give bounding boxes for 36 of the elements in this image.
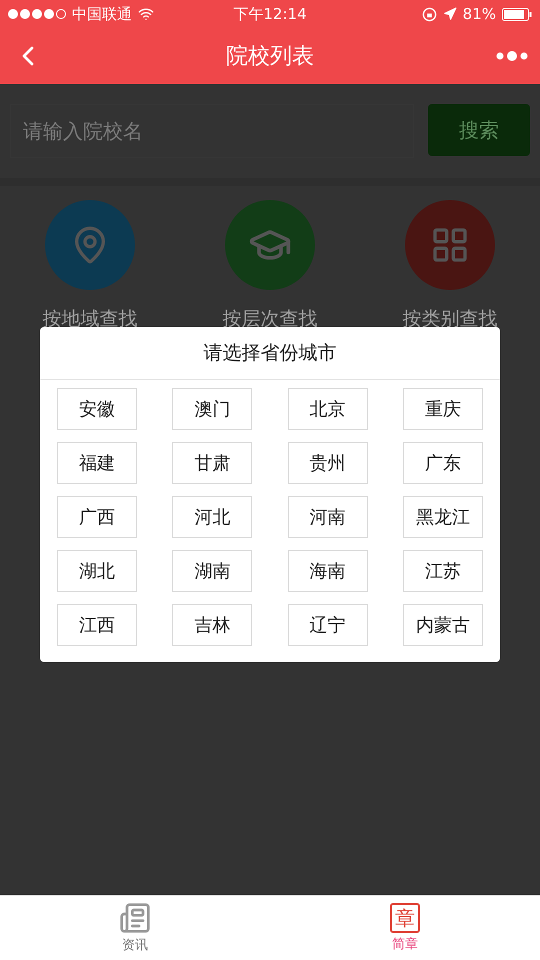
province-option[interactable]: 河南 <box>288 496 368 538</box>
province-option[interactable]: 福建 <box>57 442 137 484</box>
province-option[interactable]: 海南 <box>288 550 368 592</box>
page-title: 院校列表 <box>225 43 315 71</box>
dialog-title: 请选择省份城市 <box>40 327 500 380</box>
province-option[interactable]: 澳门 <box>172 388 252 430</box>
province-option[interactable]: 湖北 <box>57 550 137 592</box>
search-button[interactable]: 搜索 <box>428 104 530 156</box>
province-option[interactable]: 河北 <box>172 496 252 538</box>
province-option[interactable]: 广东 <box>402 442 483 484</box>
battery-icon <box>502 8 532 20</box>
tab-item[interactable]: 章 简章 <box>270 896 540 960</box>
location-arrow-icon <box>442 7 457 21</box>
carrier-name: 中国联通 <box>72 4 132 24</box>
signal-icon <box>8 9 66 19</box>
province-option[interactable]: 吉林 <box>172 604 252 646</box>
province-option[interactable]: 广西 <box>57 496 137 538</box>
province-option[interactable]: 北京 <box>288 388 368 430</box>
province-option[interactable]: 重庆 <box>402 388 483 430</box>
province-option[interactable]: 辽宁 <box>288 604 368 646</box>
province-option[interactable]: 贵州 <box>288 442 368 484</box>
wifi-icon <box>138 6 154 22</box>
province-option[interactable]: 甘肃 <box>172 442 252 484</box>
battery-percent: 81% <box>462 5 496 23</box>
tab-item[interactable]: 资讯 <box>0 896 270 960</box>
province-option[interactable]: 黑龙江 <box>402 496 483 538</box>
rotation-lock-icon <box>422 6 437 22</box>
province-option[interactable]: 江苏 <box>402 550 483 592</box>
province-option[interactable]: 安徽 <box>57 388 137 430</box>
province-option[interactable]: 内蒙古 <box>402 604 483 646</box>
stamp-icon: 章 <box>390 903 420 933</box>
clock-time: 下午12:14 <box>233 4 307 24</box>
province-option[interactable]: 江西 <box>57 604 137 646</box>
more-icon[interactable] <box>496 50 528 62</box>
newspaper-icon <box>119 902 151 934</box>
province-option[interactable]: 湖南 <box>172 550 252 592</box>
